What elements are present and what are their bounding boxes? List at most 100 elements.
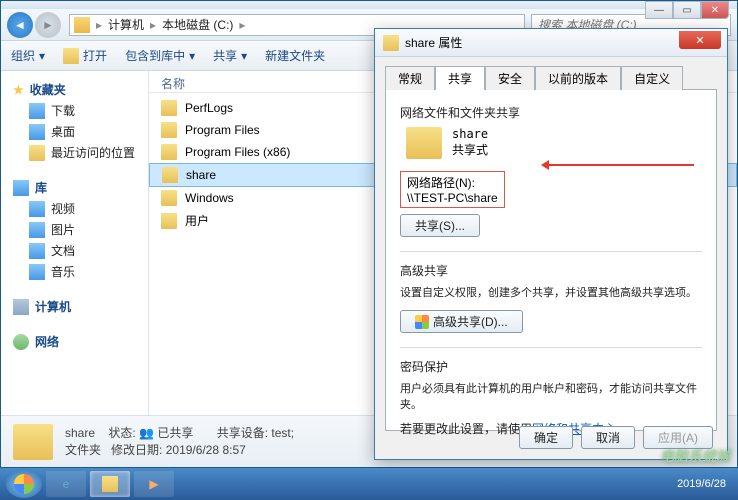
picture-icon xyxy=(29,222,45,238)
dialog-title: share 属性 xyxy=(405,34,462,51)
folder-icon xyxy=(383,35,399,51)
sidebar-network[interactable]: 网络 xyxy=(1,331,148,352)
detail-name: share xyxy=(65,426,95,440)
sidebar-item-desktop[interactable]: 桌面 xyxy=(1,121,148,142)
desktop-icon xyxy=(29,124,45,140)
ok-button[interactable]: 确定 xyxy=(519,426,573,449)
toolbar-open[interactable]: 打开 xyxy=(63,47,107,64)
breadcrumb-drive[interactable]: 本地磁盘 (C:) xyxy=(158,16,237,33)
folder-icon xyxy=(161,190,177,206)
share-mode: 共享式 xyxy=(452,141,488,158)
folder-icon xyxy=(162,167,178,183)
ie-icon: e xyxy=(63,477,70,491)
file-name: Program Files xyxy=(185,123,260,137)
network-icon xyxy=(13,334,29,350)
toolbar-share[interactable]: 共享 ▾ xyxy=(213,47,247,64)
annotation-arrow xyxy=(544,164,694,166)
minimize-button[interactable]: — xyxy=(645,1,673,19)
cancel-button[interactable]: 取消 xyxy=(581,426,635,449)
dialog-close-button[interactable]: ✕ xyxy=(679,31,721,49)
sidebar-item-documents[interactable]: 文档 xyxy=(1,240,148,261)
start-button[interactable] xyxy=(6,470,42,498)
file-name: share xyxy=(186,168,216,182)
network-path-label: 网络路径(N): xyxy=(407,174,498,191)
password-description: 用户必须具有此计算机的用户帐户和密码，才能访问共享文件夹。 xyxy=(400,381,702,414)
back-button[interactable]: ◄ xyxy=(7,12,33,38)
divider xyxy=(400,251,702,252)
folder-icon xyxy=(161,122,177,138)
shield-icon xyxy=(415,315,429,329)
share-name: share xyxy=(452,127,488,141)
advanced-description: 设置自定义权限，创建多个共享，并设置其他高级共享选项。 xyxy=(400,285,702,302)
detail-mod-value: 2019/6/28 8:57 xyxy=(166,443,246,457)
download-icon xyxy=(29,103,45,119)
recent-icon xyxy=(29,145,45,161)
chevron-right-icon: ▸ xyxy=(94,18,104,32)
file-name: 用户 xyxy=(185,212,209,229)
chevron-right-icon: ▸ xyxy=(148,18,158,32)
share-button[interactable]: 共享(S)... xyxy=(400,214,480,237)
file-name: PerfLogs xyxy=(185,101,233,115)
watermark: 电脑系统城 xyxy=(660,446,730,466)
taskbar: e ▶ 2019/6/28 xyxy=(0,468,738,500)
detail-dev-value: test; xyxy=(271,426,294,440)
sidebar-item-downloads[interactable]: 下载 xyxy=(1,100,148,121)
sidebar-item-pictures[interactable]: 图片 xyxy=(1,219,148,240)
windows-logo-icon xyxy=(14,474,34,494)
share-folder-icon xyxy=(406,127,442,159)
toolbar-include[interactable]: 包含到库中 ▾ xyxy=(125,47,195,64)
network-path-value: \\TEST-PC\share xyxy=(407,191,498,205)
folder-icon xyxy=(161,213,177,229)
music-icon xyxy=(29,264,45,280)
tab-1[interactable]: 共享 xyxy=(435,66,485,90)
network-path-box: 网络路径(N): \\TEST-PC\share xyxy=(400,171,505,208)
taskbar-media[interactable]: ▶ xyxy=(134,471,174,497)
dialog-titlebar: share 属性 xyxy=(375,29,727,57)
tab-panel-sharing: 网络文件和文件夹共享 share 共享式 网络路径(N): \\TEST-PC\… xyxy=(385,89,717,431)
taskbar-explorer[interactable] xyxy=(90,471,130,497)
section-network-sharing-title: 网络文件和文件夹共享 xyxy=(400,104,702,121)
taskbar-ie[interactable]: e xyxy=(46,471,86,497)
sidebar-libraries[interactable]: 库 xyxy=(1,177,148,198)
star-icon: ★ xyxy=(13,83,24,97)
file-name: Windows xyxy=(185,191,234,205)
detail-state-label: 状态: xyxy=(108,426,135,440)
detail-type: 文件夹 xyxy=(65,443,101,457)
drive-icon xyxy=(74,17,90,33)
window-buttons: — ▭ ✕ xyxy=(645,1,729,19)
maximize-button[interactable]: ▭ xyxy=(673,1,701,19)
detail-state-value: 已共享 xyxy=(157,426,193,440)
tab-4[interactable]: 自定义 xyxy=(621,66,683,90)
video-icon xyxy=(29,201,45,217)
sidebar-favorites[interactable]: ★收藏夹 xyxy=(1,79,148,100)
folder-icon xyxy=(102,476,118,492)
toolbar-newfolder[interactable]: 新建文件夹 xyxy=(265,47,325,64)
folder-large-icon xyxy=(13,424,53,460)
advanced-share-button[interactable]: 高级共享(D)... xyxy=(400,310,523,333)
sidebar-item-music[interactable]: 音乐 xyxy=(1,261,148,282)
document-icon xyxy=(29,243,45,259)
tab-2[interactable]: 安全 xyxy=(485,66,535,90)
breadcrumb-computer[interactable]: 计算机 xyxy=(104,16,148,33)
detail-dev-label: 共享设备: xyxy=(217,426,268,440)
sidebar: ★收藏夹 下载 桌面 最近访问的位置 库 视频 图片 文档 音乐 计算机 网络 xyxy=(1,71,149,429)
toolbar-organize[interactable]: 组织 ▾ xyxy=(11,47,45,64)
section-password-title: 密码保护 xyxy=(400,358,702,375)
sidebar-computer[interactable]: 计算机 xyxy=(1,296,148,317)
divider xyxy=(400,347,702,348)
tab-3[interactable]: 以前的版本 xyxy=(535,66,621,90)
sidebar-item-recent[interactable]: 最近访问的位置 xyxy=(1,142,148,163)
folder-icon xyxy=(63,48,79,64)
tab-0[interactable]: 常规 xyxy=(385,66,435,90)
system-tray[interactable]: 2019/6/28 xyxy=(677,478,732,490)
forward-button[interactable]: ► xyxy=(35,12,61,38)
details-text: share 状态: 👥 已共享 共享设备: test; 文件夹 修改日期: 20… xyxy=(65,425,294,459)
chevron-right-icon: ▸ xyxy=(237,18,247,32)
computer-icon xyxy=(13,299,29,315)
folder-icon xyxy=(161,100,177,116)
close-button[interactable]: ✕ xyxy=(701,1,729,19)
tab-strip: 常规共享安全以前的版本自定义 xyxy=(375,57,727,89)
library-icon xyxy=(13,180,29,196)
sidebar-item-videos[interactable]: 视频 xyxy=(1,198,148,219)
media-icon: ▶ xyxy=(149,477,158,491)
